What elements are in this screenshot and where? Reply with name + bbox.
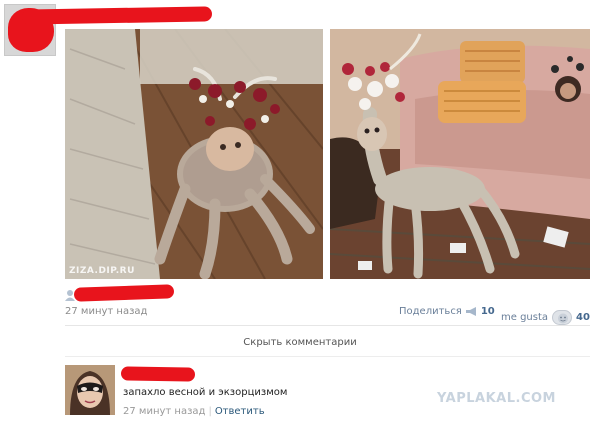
hide-comments-link[interactable]: Скрыть комментарии [0, 337, 600, 348]
like-face-icon [552, 310, 573, 325]
post-time[interactable]: 27 минут назад [65, 306, 147, 317]
megaphone-icon [465, 307, 476, 316]
commenter-avatar[interactable] [65, 365, 115, 415]
post-photo-2[interactable] [330, 29, 590, 279]
like-label: me gusta [501, 312, 549, 323]
post-photo-1[interactable]: ZIZA.DIP.RU [65, 29, 323, 279]
comment-text: запахло весной и экзорцизмом [123, 387, 288, 398]
like-button[interactable]: me gusta 40 [501, 310, 590, 325]
site-watermark: YAPLAKAL.COM [437, 391, 556, 406]
poster-name-redaction [73, 284, 175, 302]
divider [65, 325, 590, 326]
comment-time[interactable]: 27 минут назад [123, 406, 205, 417]
reply-button[interactable]: Ответить [215, 406, 265, 417]
creature-photo-1 [65, 29, 323, 279]
like-count: 40 [576, 312, 590, 323]
photo-watermark: ZIZA.DIP.RU [69, 266, 135, 276]
separator: | [208, 406, 212, 417]
author-name-redaction [21, 6, 213, 25]
comment-meta: 27 минут назад | Ответить [123, 406, 265, 417]
commenter-photo [65, 365, 115, 415]
commenter-name-redaction [120, 366, 196, 382]
creature-photo-2 [330, 29, 590, 279]
share-count: 10 [480, 306, 495, 317]
share-label: Поделиться [399, 306, 462, 317]
share-button[interactable]: Поделиться 10 [399, 306, 495, 317]
divider [65, 356, 590, 357]
